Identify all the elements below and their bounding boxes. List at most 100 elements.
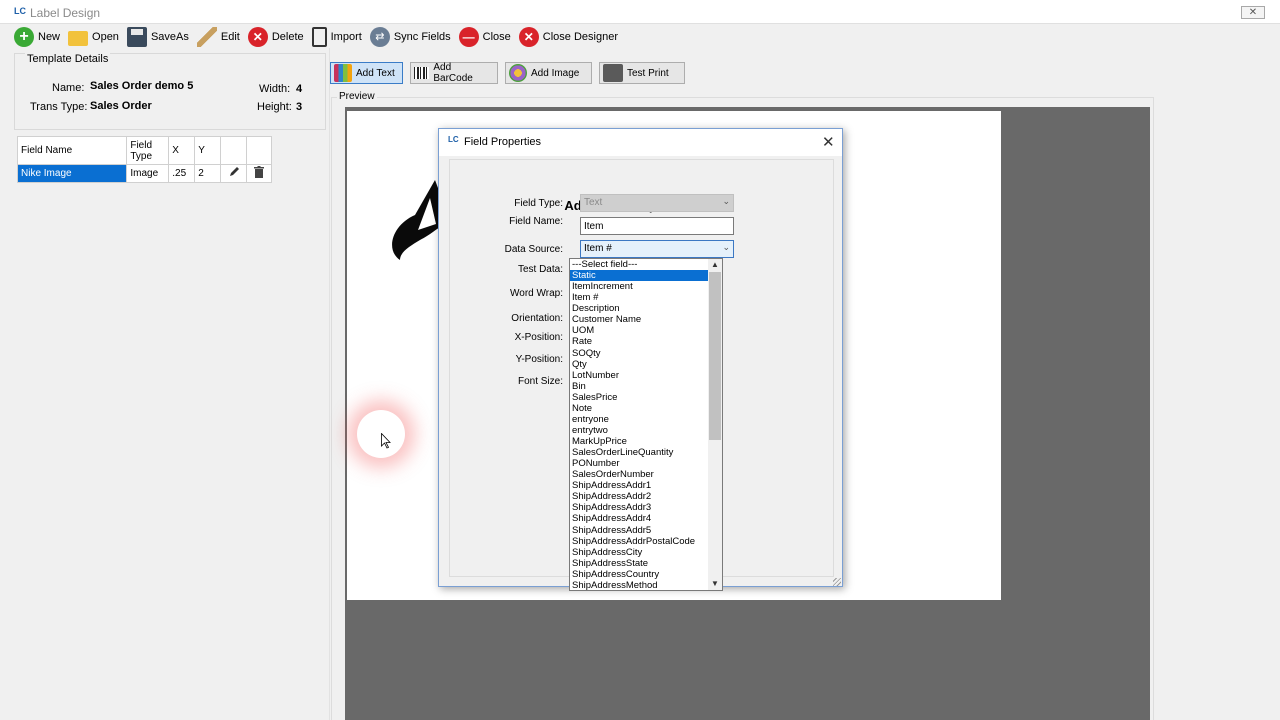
import-label: Import <box>330 31 362 43</box>
trans-type-label: Trans Type: <box>30 101 88 113</box>
test-print-button[interactable]: Test Print <box>599 62 685 84</box>
dropdown-option[interactable]: PONumber <box>570 458 708 469</box>
cell-y[interactable]: 2 <box>194 164 222 183</box>
template-details-label: Template Details <box>25 53 111 65</box>
dropdown-option[interactable]: MarkUpPrice <box>570 436 708 447</box>
font-size-label: Font Size: <box>517 376 563 387</box>
close-label: Close <box>482 31 511 43</box>
fields-grid-header: Field Name Field Type X Y <box>16 136 272 165</box>
pencil-icon <box>229 167 239 176</box>
dropdown-option[interactable]: entrytwo <box>570 425 708 436</box>
dropdown-option[interactable]: entryone <box>570 414 708 425</box>
delete-x-icon: ✕ <box>247 27 268 47</box>
edit-button[interactable]: Edit <box>196 26 240 48</box>
image-icon <box>509 64 527 82</box>
dialog-resize-grip[interactable] <box>833 578 841 586</box>
delete-button[interactable]: ✕ Delete <box>247 26 304 48</box>
dropdown-option[interactable]: ShipAddressAddr1 <box>570 480 708 491</box>
dropdown-option[interactable]: Rate <box>570 336 708 347</box>
import-button[interactable]: Import <box>311 26 362 48</box>
add-text-button[interactable]: Add Text <box>330 62 403 84</box>
test-data-label: Test Data: <box>517 264 563 275</box>
dropdown-option[interactable]: ShipAddressState <box>570 558 708 569</box>
close-minus-icon: — <box>458 27 479 47</box>
scroll-up-icon[interactable]: ▲ <box>708 259 722 271</box>
cell-field-type[interactable]: Image <box>126 164 170 183</box>
dropdown-option[interactable]: Description <box>570 303 708 314</box>
new-button[interactable]: + New <box>14 26 60 48</box>
dropdown-option[interactable]: Customer Name <box>570 314 708 325</box>
table-row[interactable]: Nike Image Image .25 2 <box>16 164 272 183</box>
col-y[interactable]: Y <box>194 136 222 165</box>
new-label: New <box>38 31 61 43</box>
dropdown-options: ---Select field--- Static ItemIncrement Ite… <box>570 259 708 590</box>
dropdown-option[interactable]: ShipAddressAddr4 <box>570 513 708 524</box>
col-x[interactable]: X <box>168 136 196 165</box>
field-type-select: Text ⌄ <box>580 194 734 212</box>
dropdown-option[interactable]: SalesOrderNumber <box>570 469 708 480</box>
dropdown-option[interactable]: UOM <box>570 325 708 336</box>
data-source-dropdown-list[interactable]: ---Select field--- Static ItemIncrement Ite… <box>569 258 723 591</box>
col-delete <box>246 136 272 165</box>
width-value: 4 <box>296 83 303 95</box>
dropdown-scrollbar[interactable]: ▲ ▼ <box>708 259 722 590</box>
row-delete-button[interactable] <box>246 164 272 183</box>
sync-icon: ⇄ <box>369 27 390 47</box>
height-value: 3 <box>296 101 303 113</box>
dropdown-option[interactable]: ShipAddressAddr5 <box>570 525 708 536</box>
dropdown-option[interactable]: ShipAddressMethod <box>570 580 708 590</box>
dropdown-option[interactable]: Note <box>570 403 708 414</box>
dropdown-option[interactable]: ItemIncrement <box>570 281 708 292</box>
data-source-value: Item # <box>584 243 612 254</box>
import-document-icon <box>311 27 327 47</box>
saveas-button[interactable]: SaveAs <box>126 26 189 48</box>
row-edit-button[interactable] <box>220 164 248 183</box>
dropdown-option[interactable]: Qty <box>570 359 708 370</box>
panel-splitter[interactable] <box>329 48 330 720</box>
close-designer-label: Close Designer <box>542 31 618 43</box>
width-label: Width: <box>259 83 291 95</box>
col-field-type[interactable]: Field Type <box>126 136 170 165</box>
field-name-input[interactable] <box>580 217 734 235</box>
close-button[interactable]: — Close <box>458 26 511 48</box>
close-designer-button[interactable]: ✕ Close Designer <box>518 26 618 48</box>
dropdown-option[interactable]: SOQty <box>570 348 708 359</box>
sync-fields-button[interactable]: ⇄ Sync Fields <box>369 26 451 48</box>
fields-grid: Field Name Field Type X Y Nike Image Ima… <box>16 136 272 183</box>
dropdown-option[interactable]: Item # <box>570 292 708 303</box>
scroll-thumb[interactable] <box>709 272 721 440</box>
dropdown-option[interactable]: ShipAddressAddr2 <box>570 491 708 502</box>
dropdown-option[interactable]: ShipAddressCountry <box>570 569 708 580</box>
design-toolbar: Add Text Add BarCode Add Image Test Prin… <box>330 62 692 84</box>
dialog-close-icon[interactable]: ✕ <box>822 133 835 151</box>
name-value: Sales Order demo 5 <box>90 80 194 92</box>
field-name-label: Field Name: <box>509 216 563 227</box>
dropdown-option[interactable]: Static <box>570 270 708 282</box>
dropdown-option[interactable]: SalesPrice <box>570 392 708 403</box>
open-button[interactable]: Open <box>68 26 119 48</box>
dropdown-option[interactable]: ShipAddressAddrPostalCode <box>570 536 708 547</box>
add-text-icon <box>334 64 352 82</box>
dropdown-option[interactable]: SalesOrderLineQuantity <box>570 447 708 458</box>
add-barcode-button[interactable]: Add BarCode <box>410 62 498 84</box>
window-close-button[interactable]: ✕ <box>1241 6 1265 19</box>
sync-fields-label: Sync Fields <box>393 31 451 43</box>
add-barcode-label: Add BarCode <box>433 62 473 84</box>
dropdown-option[interactable]: ShipAddressCity <box>570 547 708 558</box>
folder-icon <box>68 31 89 46</box>
pencil-icon <box>196 27 217 47</box>
add-image-button[interactable]: Add Image <box>505 62 592 84</box>
dropdown-option[interactable]: LotNumber <box>570 370 708 381</box>
dialog-title: Field Properties <box>464 136 542 148</box>
data-source-select[interactable]: Item # ⌄ <box>580 240 734 258</box>
floppy-disk-icon <box>126 27 147 47</box>
dropdown-option[interactable]: ShipAddressAddr3 <box>570 502 708 513</box>
scroll-down-icon[interactable]: ▼ <box>708 578 722 590</box>
dropdown-option[interactable]: Bin <box>570 381 708 392</box>
cell-x[interactable]: .25 <box>168 164 196 183</box>
cell-field-name[interactable]: Nike Image <box>16 164 128 183</box>
col-field-name[interactable]: Field Name <box>16 136 128 165</box>
dropdown-option[interactable]: ---Select field--- <box>570 259 708 270</box>
app-icon: LC <box>14 6 26 16</box>
y-position-label: Y-Position: <box>515 354 563 365</box>
